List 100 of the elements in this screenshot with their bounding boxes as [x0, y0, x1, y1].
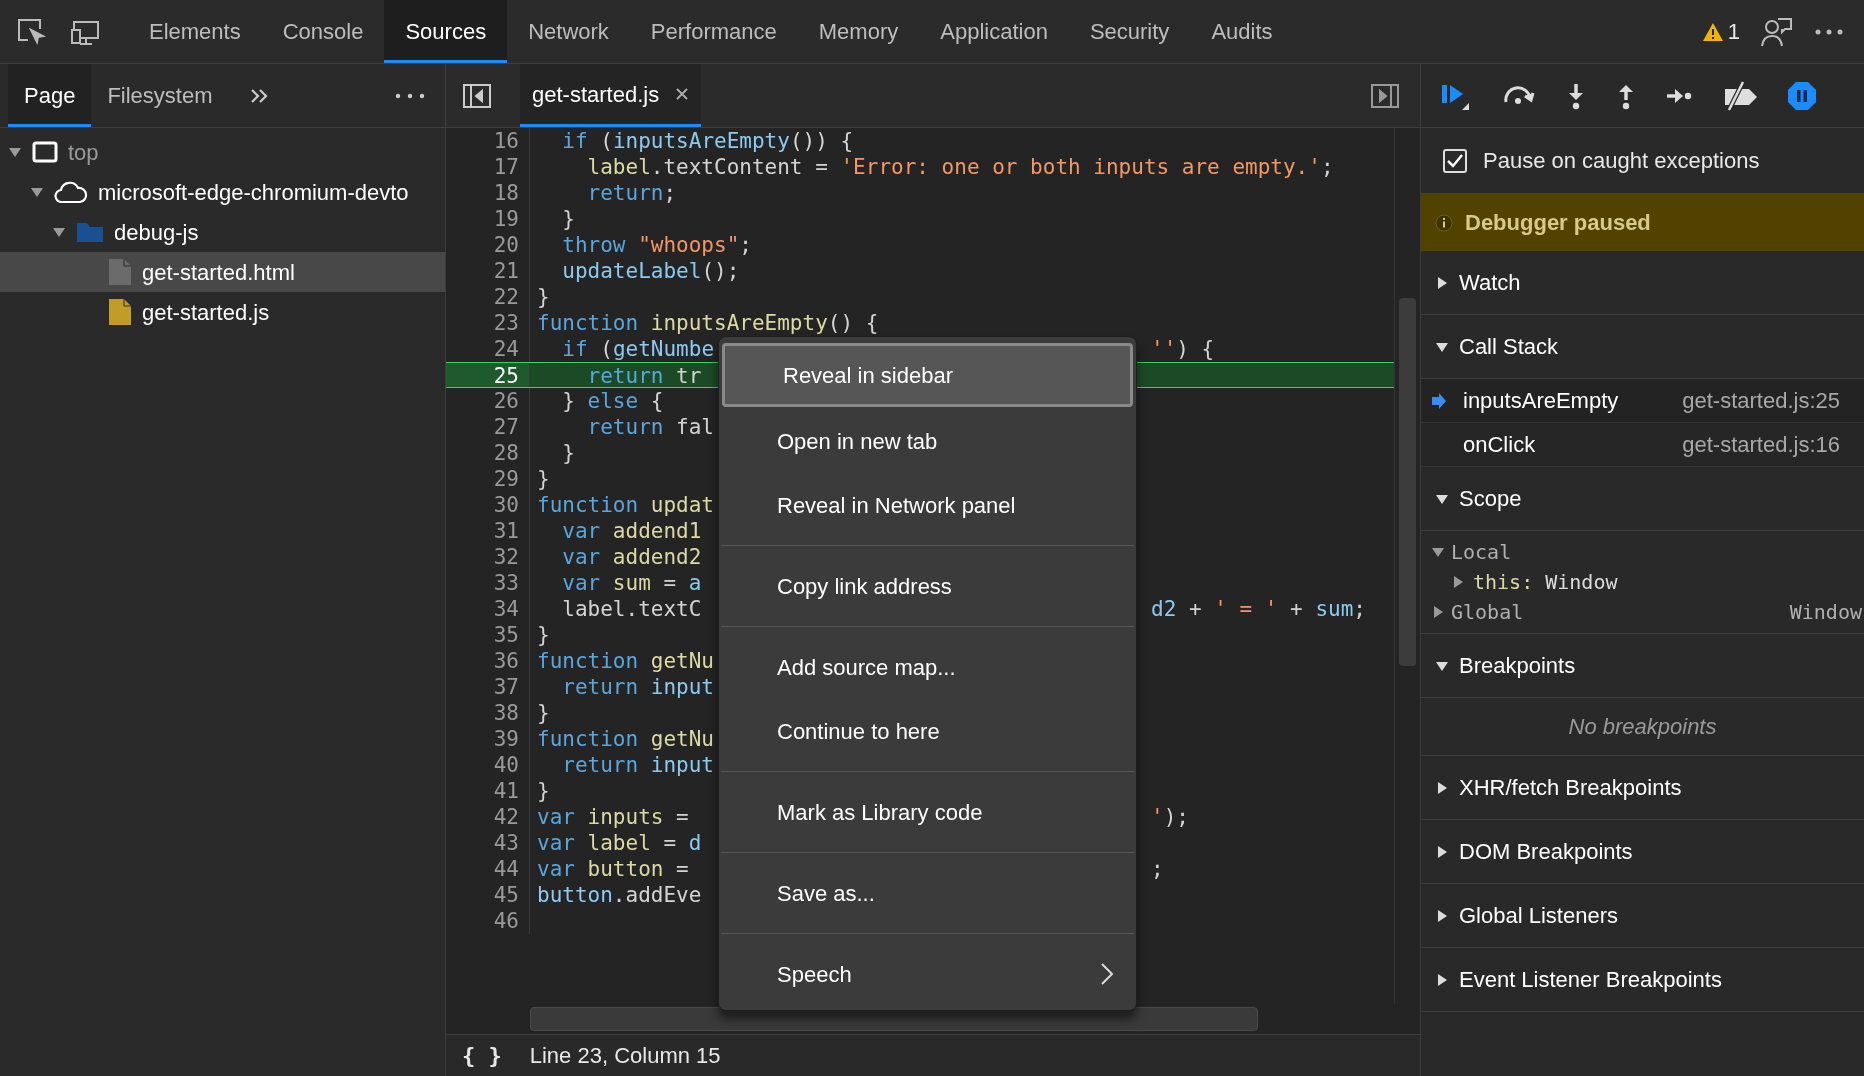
more-icon[interactable]	[395, 92, 425, 99]
pause-on-exceptions-icon[interactable]	[1787, 80, 1817, 111]
section-header[interactable]: Watch	[1421, 251, 1864, 315]
menu-item[interactable]: Mark as Library code	[719, 780, 1136, 844]
sidebar-toggle-icon[interactable]	[1370, 82, 1400, 109]
line-number: 20	[446, 232, 530, 258]
menu-item[interactable]: Add source map...	[719, 635, 1136, 699]
line-number: 29	[446, 466, 530, 492]
navigator-tab[interactable]: Page	[8, 64, 92, 127]
menu-item[interactable]: Open in new tab	[719, 409, 1136, 473]
tree-item[interactable]: debug-js	[0, 212, 445, 252]
code-line: }	[537, 467, 550, 491]
scope-item[interactable]: Local	[1421, 537, 1864, 567]
panel-tab[interactable]: Sources	[384, 0, 508, 63]
menu-item[interactable]: Speech	[719, 942, 1136, 1006]
empty-message: No breakpoints	[1568, 713, 1717, 741]
panel-tab[interactable]: Elements	[128, 0, 262, 63]
banner-text: Debugger paused	[1465, 209, 1651, 237]
panel-tab[interactable]: Console	[261, 0, 385, 63]
section-header[interactable]: Scope	[1421, 467, 1864, 531]
code-line: var sum = a	[561, 571, 702, 595]
checkbox[interactable]	[1443, 148, 1467, 173]
line-number: 38	[446, 700, 530, 726]
code-line: label.textContent = 'Error: one or both inputs are empty.';	[586, 155, 1334, 179]
scrollbar-thumb[interactable]	[530, 1007, 1258, 1031]
expand-arrow-icon[interactable]	[1435, 844, 1449, 859]
panel-tab[interactable]: Audits	[1190, 0, 1294, 63]
line-number: 22	[446, 284, 530, 310]
expand-arrow-icon[interactable]	[1435, 908, 1449, 923]
collapse-arrow-icon[interactable]	[52, 225, 66, 239]
line-number: 30	[446, 492, 530, 518]
line-number: 33	[446, 570, 530, 596]
line-number: 21	[446, 258, 530, 284]
checkbox-label[interactable]: Pause on caught exceptions	[1483, 144, 1760, 177]
section-header[interactable]: Global Listeners	[1421, 884, 1864, 948]
expand-arrow-icon[interactable]	[1435, 780, 1449, 795]
scope-variable[interactable]: this: Window	[1421, 567, 1864, 597]
more-icon[interactable]	[1814, 27, 1844, 36]
code-line: }	[561, 441, 575, 465]
menu-item[interactable]: Reveal in sidebar	[722, 343, 1133, 407]
scope-item[interactable]: Global Window	[1421, 597, 1864, 627]
tree-item[interactable]: top	[0, 132, 445, 172]
line-number: 19	[446, 206, 530, 232]
code-line: return fal	[586, 415, 714, 439]
code-line: throw "whoops";	[561, 233, 752, 257]
code-line: var label = d	[537, 831, 702, 855]
sidebar-toggle-icon[interactable]	[462, 82, 492, 109]
tree-item[interactable]: get-started.html	[0, 252, 445, 292]
format-button[interactable]: { }	[462, 1039, 502, 1072]
section-header[interactable]: DOM Breakpoints	[1421, 820, 1864, 884]
panel-tab[interactable]: Application	[919, 0, 1069, 63]
code-line: if (inputsAreEmpty()) {	[561, 129, 854, 153]
menu-item[interactable]: Copy link address	[719, 554, 1136, 618]
feedback-icon[interactable]	[1760, 15, 1794, 48]
collapse-arrow-icon[interactable]	[30, 185, 44, 199]
navigator-tab[interactable]: Filesystem	[91, 64, 229, 127]
file-tab[interactable]: get-started.js	[520, 64, 702, 127]
expand-arrow-icon[interactable]	[1435, 275, 1449, 290]
code-line: return tr	[586, 364, 702, 388]
code-line: }	[537, 623, 550, 647]
code-line: function getNu	[537, 727, 714, 751]
code-line: var addend2	[561, 545, 702, 569]
call-frame[interactable]: inputsAreEmpty get-started.js:25	[1421, 379, 1864, 423]
panel-tab[interactable]: Network	[507, 0, 630, 63]
chevrons-icon[interactable]	[248, 87, 269, 104]
section-header[interactable]: Event Listener Breakpoints	[1421, 948, 1864, 1012]
line-number: 44	[446, 856, 530, 882]
collapse-arrow-icon[interactable]	[8, 145, 22, 159]
section-header[interactable]: XHR/fetch Breakpoints	[1421, 756, 1864, 820]
current-frame-icon	[1431, 391, 1447, 410]
code-line: function inputsAreEmpty() {	[537, 311, 879, 335]
menu-item[interactable]: Continue to here	[719, 699, 1136, 763]
line-number: 45	[446, 882, 530, 908]
tree-item[interactable]: get-started.js	[0, 292, 445, 332]
line-number: 28	[446, 440, 530, 466]
line-number: 36	[446, 648, 530, 674]
line-number: 42	[446, 804, 530, 830]
expand-arrow-icon[interactable]	[1451, 575, 1465, 589]
code-line: }	[537, 779, 550, 803]
expand-arrow-icon[interactable]	[1435, 972, 1449, 987]
section-header[interactable]: Breakpoints	[1421, 634, 1864, 698]
tree-item[interactable]: microsoft-edge-chromium-devto	[0, 172, 445, 212]
line-number: 18	[446, 180, 530, 206]
cloud-icon	[54, 180, 88, 204]
menu-item[interactable]: Reveal in Network panel	[719, 473, 1136, 537]
menu-item[interactable]: Save as...	[719, 861, 1136, 925]
scrollbar-thumb[interactable]	[1399, 298, 1416, 666]
code-line: } else {	[561, 389, 664, 413]
line-number: 32	[446, 544, 530, 570]
code-line: return input	[561, 753, 714, 777]
close-icon[interactable]	[675, 87, 690, 101]
info-icon	[1435, 213, 1453, 232]
line-number: 25	[446, 363, 530, 387]
collapse-arrow-icon[interactable]	[1431, 545, 1445, 559]
cursor-position: Line 23, Column 15	[529, 1042, 721, 1070]
panel-tab[interactable]: Memory	[797, 0, 920, 63]
warning-count[interactable]: 1	[1727, 15, 1740, 48]
panel-tab[interactable]: Security	[1068, 0, 1191, 63]
expand-arrow-icon[interactable]	[1431, 605, 1445, 619]
panel-tab[interactable]: Performance	[629, 0, 798, 63]
